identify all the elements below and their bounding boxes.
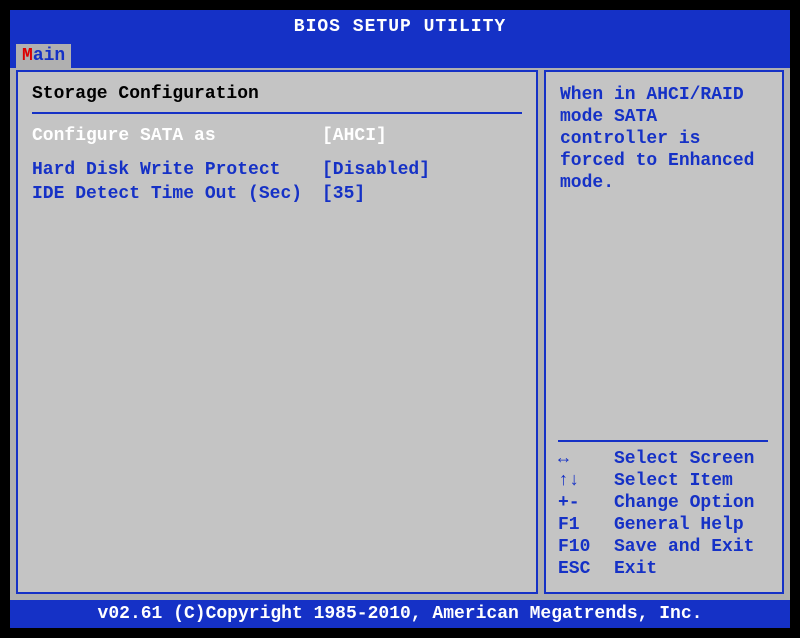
- settings-pane: Storage Configuration Configure SATA as …: [16, 70, 538, 594]
- legend-key: ↔: [558, 448, 614, 470]
- legend-action: Select Item: [614, 470, 733, 492]
- legend-action: Select Screen: [614, 448, 754, 470]
- bios-screen: BIOS SETUP UTILITY Main Storage Configur…: [10, 10, 790, 628]
- row-configure-sata[interactable]: Configure SATA as [AHCI]: [32, 124, 522, 148]
- legend-key: F1: [558, 514, 614, 536]
- setting-label: Hard Disk Write Protect: [32, 158, 322, 182]
- copyright-text: v02.61 (C)Copyright 1985-2010, American …: [98, 604, 703, 624]
- footer-bar: v02.61 (C)Copyright 1985-2010, American …: [10, 600, 790, 628]
- tab-main-hotkey: M: [22, 46, 33, 66]
- legend-key: ↑↓: [558, 470, 614, 492]
- key-legend: ↔ Select Screen ↑↓ Select Item +- Change…: [558, 440, 768, 580]
- legend-save-exit: F10 Save and Exit: [558, 536, 768, 558]
- legend-select-item: ↑↓ Select Item: [558, 470, 768, 492]
- legend-key: ESC: [558, 558, 614, 580]
- tab-main[interactable]: Main: [16, 44, 71, 68]
- tab-main-rest: ain: [33, 46, 65, 66]
- spacer: [32, 148, 522, 158]
- legend-change-option: +- Change Option: [558, 492, 768, 514]
- legend-action: Change Option: [614, 492, 754, 514]
- row-hdd-write-protect[interactable]: Hard Disk Write Protect [Disabled]: [32, 158, 522, 182]
- legend-select-screen: ↔ Select Screen: [558, 448, 768, 470]
- row-ide-detect-timeout[interactable]: IDE Detect Time Out (Sec) [35]: [32, 182, 522, 206]
- app-title: BIOS SETUP UTILITY: [294, 17, 506, 37]
- content-area: Storage Configuration Configure SATA as …: [16, 70, 784, 594]
- setting-value: [Disabled]: [322, 158, 522, 182]
- setting-value: [AHCI]: [322, 124, 522, 148]
- section-title: Storage Configuration: [32, 84, 522, 104]
- legend-action: Exit: [614, 558, 657, 580]
- legend-action: Save and Exit: [614, 536, 754, 558]
- setting-label: Configure SATA as: [32, 124, 322, 148]
- setting-label: IDE Detect Time Out (Sec): [32, 182, 322, 206]
- help-text: When in AHCI/RAID mode SATA controller i…: [560, 84, 768, 194]
- section-divider: [32, 112, 522, 114]
- legend-action: General Help: [614, 514, 744, 536]
- tab-bar: Main: [10, 44, 790, 68]
- legend-key: F10: [558, 536, 614, 558]
- setting-value: [35]: [322, 182, 522, 206]
- legend-exit: ESC Exit: [558, 558, 768, 580]
- legend-general-help: F1 General Help: [558, 514, 768, 536]
- title-bar: BIOS SETUP UTILITY: [10, 10, 790, 44]
- legend-divider: [558, 440, 768, 442]
- legend-key: +-: [558, 492, 614, 514]
- help-pane: When in AHCI/RAID mode SATA controller i…: [544, 70, 784, 594]
